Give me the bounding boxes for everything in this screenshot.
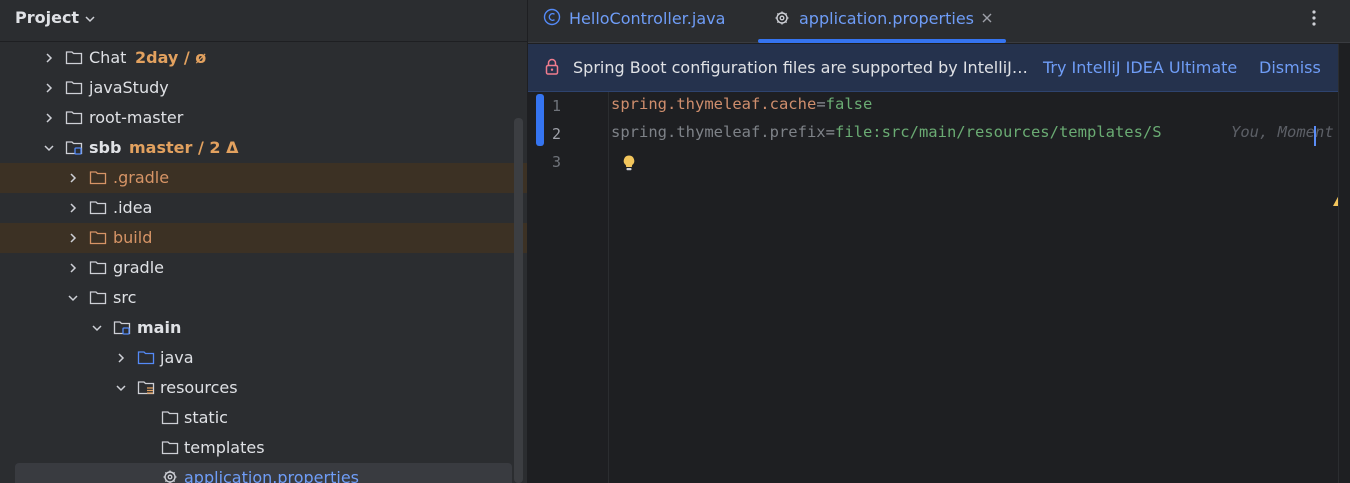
editor-tab-bar: HelloController.java application.propert… xyxy=(528,0,1350,43)
excluded-folder-icon xyxy=(89,231,107,245)
chevron-down-icon[interactable] xyxy=(43,142,55,154)
chevron-down-icon[interactable] xyxy=(91,322,103,334)
tree-item-static[interactable]: static xyxy=(0,403,527,433)
tree-item-label: templates xyxy=(184,438,265,457)
try-ultimate-link[interactable]: Try IntelliJ IDEA Ultimate xyxy=(1043,58,1237,77)
tree-item-label: Chat xyxy=(89,48,127,67)
module-folder-icon xyxy=(65,141,83,155)
tree-item-label: main xyxy=(137,318,182,337)
line-number: 3 xyxy=(552,153,562,171)
code-editor[interactable]: spring.thymeleaf.cache=false spring.thym… xyxy=(610,92,1350,483)
chevron-right-icon[interactable] xyxy=(67,262,79,274)
folder-icon xyxy=(65,51,83,65)
chevron-right-icon[interactable] xyxy=(43,52,55,64)
line-number: 2 xyxy=(552,125,562,143)
tree-item-src[interactable]: src xyxy=(0,283,527,313)
project-title[interactable]: Project xyxy=(15,8,79,27)
chevron-down-icon[interactable] xyxy=(115,382,127,394)
tree-item-application-properties[interactable]: application.properties xyxy=(15,463,512,483)
tree-item-label: java xyxy=(160,348,194,367)
chevron-right-icon[interactable] xyxy=(67,232,79,244)
chevron-down-icon[interactable] xyxy=(84,13,96,25)
module-folder-icon xyxy=(113,321,131,335)
folder-icon xyxy=(89,291,107,305)
tree-item-label: static xyxy=(184,408,228,427)
tree-item-label: application.properties xyxy=(184,468,359,483)
vcs-branch-label: master / 2 Δ xyxy=(129,138,239,157)
property-key: spring.thymeleaf.prefix xyxy=(611,123,826,141)
chevron-right-icon[interactable] xyxy=(67,202,79,214)
equals-sign: = xyxy=(825,123,835,141)
tree-item-sbb[interactable]: sbb master / 2 Δ xyxy=(0,133,527,163)
more-vertical-icon[interactable] xyxy=(1308,8,1320,28)
code-line[interactable]: spring.thymeleaf.prefix=file:src/main/re… xyxy=(611,123,1162,151)
tab-application-properties[interactable]: application.properties xyxy=(758,0,1006,43)
tree-item-java[interactable]: java xyxy=(0,343,527,373)
active-tab-indicator xyxy=(758,39,1006,43)
line-number: 1 xyxy=(552,97,562,115)
source-folder-icon xyxy=(137,351,155,365)
tree-item-gradle[interactable]: gradle xyxy=(0,253,527,283)
tree-item-templates[interactable]: templates xyxy=(0,433,527,463)
vcs-branch-label: 2day / ø xyxy=(135,48,207,67)
project-tool-window: Project Chat 2day / ø javaStudy root-mas… xyxy=(0,0,527,483)
inline-blame-annotation: You, Moment xyxy=(1231,123,1334,141)
folder-icon xyxy=(161,441,179,455)
dismiss-link[interactable]: Dismiss xyxy=(1259,58,1321,77)
editor-area: HelloController.java application.propert… xyxy=(528,0,1350,483)
editor-scrollbar[interactable] xyxy=(1338,44,1350,483)
tree-item-label: resources xyxy=(160,378,238,397)
tab-label: HelloController.java xyxy=(569,9,726,28)
tree-item-gradle-cache[interactable]: .gradle xyxy=(0,163,527,193)
gear-icon xyxy=(163,470,177,483)
chevron-down-icon[interactable] xyxy=(67,292,79,304)
tab-label: application.properties xyxy=(799,9,974,28)
project-header: Project xyxy=(0,0,527,42)
tree-item-root-master[interactable]: root-master xyxy=(0,103,527,133)
folder-icon xyxy=(65,81,83,95)
property-value: false xyxy=(825,95,873,113)
excluded-folder-icon xyxy=(89,171,107,185)
text-caret xyxy=(1314,126,1316,146)
editor-gutter[interactable]: 1 2 3 xyxy=(528,92,609,483)
banner-message: Spring Boot configuration files are supp… xyxy=(573,58,1028,77)
chevron-right-icon[interactable] xyxy=(67,172,79,184)
tree-item-main[interactable]: main xyxy=(0,313,527,343)
tree-item-idea[interactable]: .idea xyxy=(0,193,527,223)
tree-item-label: root-master xyxy=(89,108,184,127)
gear-icon xyxy=(775,11,789,25)
property-key: spring.thymeleaf.cache xyxy=(611,95,817,113)
java-class-icon xyxy=(543,8,561,26)
tree-item-label: src xyxy=(113,288,137,307)
tree-item-label: javaStudy xyxy=(89,78,169,97)
tree-item-resources[interactable]: resources xyxy=(0,373,527,403)
folder-icon xyxy=(89,261,107,275)
equals-sign: = xyxy=(816,95,826,113)
tree-item-label: gradle xyxy=(113,258,164,277)
property-value: file:src/main/resources/templates/S xyxy=(834,123,1162,141)
code-line[interactable]: spring.thymeleaf.cache=false xyxy=(611,95,872,123)
tree-item-label: .gradle xyxy=(113,168,170,187)
lock-icon xyxy=(545,58,559,75)
folder-icon xyxy=(65,111,83,125)
tree-item-label: .idea xyxy=(113,198,153,217)
tab-hello-controller[interactable]: HelloController.java xyxy=(528,0,753,43)
notification-banner: Spring Boot configuration files are supp… xyxy=(528,44,1338,92)
tree-item-label: sbb xyxy=(89,138,122,157)
chevron-right-icon[interactable] xyxy=(43,82,55,94)
folder-icon xyxy=(89,201,107,215)
tree-scrollbar[interactable] xyxy=(514,118,523,483)
chevron-right-icon[interactable] xyxy=(115,352,127,364)
close-icon[interactable] xyxy=(981,12,993,24)
lightbulb-icon[interactable] xyxy=(622,154,636,174)
tree-item-build[interactable]: build xyxy=(0,223,527,253)
project-tree: Chat 2day / ø javaStudy root-master sbb … xyxy=(0,43,527,483)
tree-item-chat[interactable]: Chat 2day / ø xyxy=(0,43,527,73)
chevron-right-icon[interactable] xyxy=(43,112,55,124)
tree-item-label: build xyxy=(113,228,153,247)
folder-icon xyxy=(161,411,179,425)
resources-folder-icon xyxy=(137,381,155,395)
tree-item-javastudy[interactable]: javaStudy xyxy=(0,73,527,103)
vcs-change-marker[interactable] xyxy=(536,94,544,146)
